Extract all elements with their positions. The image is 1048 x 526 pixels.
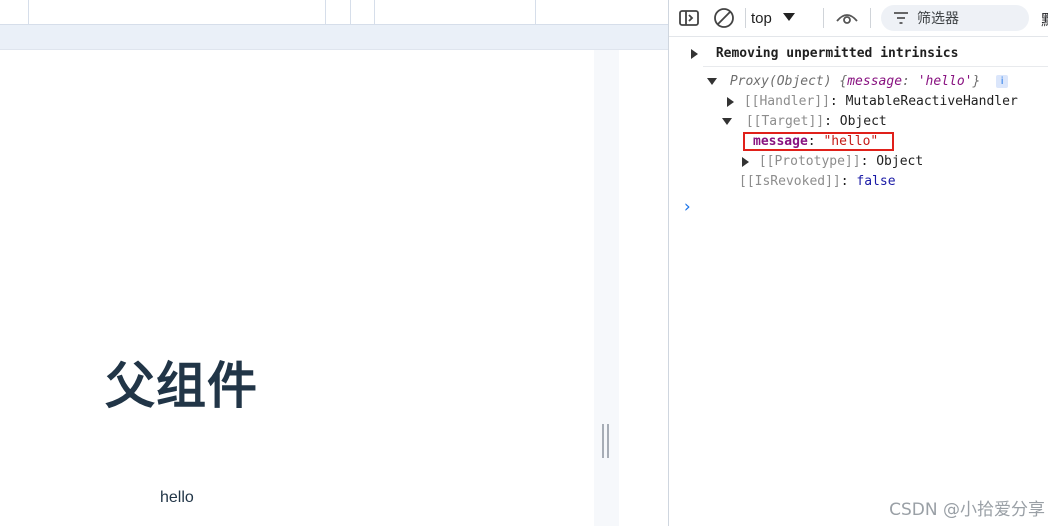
child-component-text: hello bbox=[160, 489, 194, 506]
property-key: [[Target]] bbox=[745, 114, 825, 129]
target-property-row[interactable]: [[Target]]: Object bbox=[722, 113, 887, 131]
colon: : bbox=[824, 114, 840, 129]
colon: : bbox=[807, 134, 824, 149]
console-group-header[interactable]: Removing unpermitted intrinsics bbox=[691, 45, 958, 63]
top-ruler bbox=[0, 0, 668, 25]
message-divider bbox=[703, 66, 1048, 67]
ruler-divider bbox=[325, 0, 326, 24]
filter-placeholder: 筛选器 bbox=[917, 11, 959, 27]
expand-triangle-icon bbox=[742, 156, 749, 167]
collapse-triangle-icon bbox=[722, 118, 732, 125]
ruler-divider bbox=[535, 0, 536, 24]
context-selector[interactable]: top bbox=[751, 6, 796, 30]
group-title: Removing unpermitted intrinsics bbox=[715, 46, 959, 61]
filter-input[interactable]: 筛选器 bbox=[881, 5, 1029, 31]
ruler-divider bbox=[374, 0, 375, 24]
page-canvas bbox=[0, 50, 594, 526]
sidebar-toggle-icon[interactable] bbox=[677, 6, 701, 30]
toolbar-separator bbox=[870, 8, 871, 28]
property-key: [[Handler]] bbox=[743, 94, 830, 109]
parent-component-heading: 父组件 bbox=[105, 357, 258, 415]
live-expression-eye-icon[interactable] bbox=[835, 6, 859, 30]
prototype-property-row[interactable]: [[Prototype]]: Object bbox=[742, 153, 923, 171]
colon: : bbox=[829, 94, 846, 109]
preview-toolbar-strip bbox=[0, 25, 668, 50]
property-value: "hello" bbox=[823, 134, 879, 149]
isrevoked-property-row: [[IsRevoked]]: false bbox=[739, 173, 896, 191]
property-value: MutableReactiveHandler bbox=[845, 94, 1018, 109]
preview-value: 'hello' bbox=[917, 74, 973, 89]
message-property-row[interactable]: message: "hello" bbox=[753, 133, 878, 151]
watermark: CSDN @小拾爱分享 bbox=[889, 500, 1045, 520]
property-key: message bbox=[753, 134, 808, 149]
property-key: [[Prototype]] bbox=[758, 154, 861, 169]
context-label: top bbox=[751, 9, 772, 27]
preview-key: message bbox=[847, 74, 903, 89]
toolbar-separator bbox=[745, 8, 746, 28]
console-toolbar: top 筛选器 默 bbox=[669, 0, 1048, 37]
expand-triangle-icon bbox=[727, 96, 734, 107]
app-preview-pane: 父组件 hello bbox=[0, 0, 668, 526]
levels-dropdown[interactable]: 默 bbox=[1041, 9, 1048, 30]
property-key: [[IsRevoked]] bbox=[739, 174, 841, 189]
proxy-label: Proxy(Object) bbox=[729, 74, 840, 89]
preview-separator: : bbox=[902, 74, 918, 89]
devtools-panel: top 筛选器 默 Removing unpermitted intrinsic… bbox=[668, 0, 1048, 526]
expand-triangle-icon bbox=[691, 48, 698, 59]
colon: : bbox=[840, 174, 857, 189]
handler-property-row[interactable]: [[Handler]]: MutableReactiveHandler bbox=[727, 93, 1018, 111]
clear-console-icon[interactable] bbox=[712, 6, 736, 30]
info-icon[interactable]: i bbox=[996, 75, 1009, 88]
property-value: Object bbox=[839, 114, 887, 129]
pane-resize-handle[interactable] bbox=[602, 424, 610, 458]
collapse-triangle-icon bbox=[707, 78, 717, 85]
property-value: Object bbox=[876, 154, 924, 169]
ruler-divider bbox=[350, 0, 351, 24]
colon: : bbox=[860, 154, 877, 169]
chevron-down-icon bbox=[782, 9, 796, 27]
console-prompt[interactable]: › bbox=[682, 197, 692, 217]
ruler-divider bbox=[28, 0, 29, 24]
proxy-object-row[interactable]: Proxy(Object) {message: 'hello'} i bbox=[707, 73, 1009, 91]
property-value: false bbox=[856, 174, 896, 189]
toolbar-separator bbox=[823, 8, 824, 28]
preview-brace: } bbox=[972, 74, 981, 89]
side-strip bbox=[619, 50, 668, 526]
filter-icon bbox=[893, 11, 909, 25]
